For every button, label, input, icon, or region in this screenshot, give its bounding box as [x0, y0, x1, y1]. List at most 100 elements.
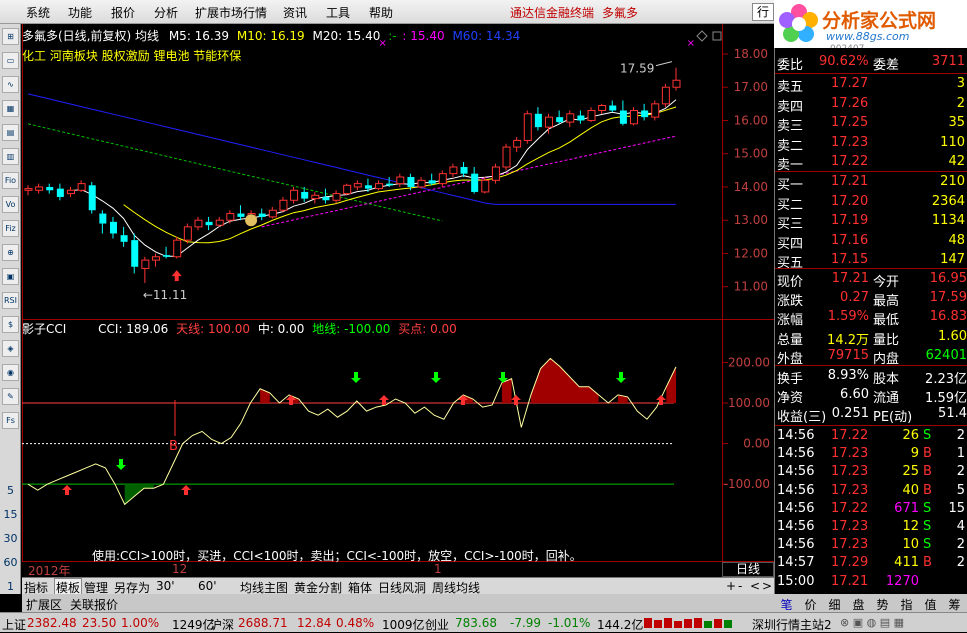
- candle-body-down: [88, 185, 96, 211]
- right-tab-7[interactable]: 筹: [944, 596, 965, 613]
- fund-label-2: 流通: [873, 391, 900, 407]
- kline-ytick-label: 11.00: [734, 280, 768, 294]
- period-unit-label[interactable]: 日线: [722, 562, 774, 577]
- chart-canvas[interactable]: 18.0017.0016.0015.0014.0013.0012.0011.00…: [0, 0, 774, 577]
- tab-nav-3[interactable]: >: [762, 579, 772, 593]
- tick-volume: 26: [902, 428, 919, 443]
- tick-volume: 10: [902, 537, 919, 553]
- hs-index-amount: 1009亿: [382, 618, 425, 632]
- candle-body-up: [545, 116, 554, 128]
- candle-body-up: [332, 193, 341, 201]
- tick-count: 2: [956, 428, 965, 443]
- tick-side: B: [923, 464, 932, 480]
- tick-row: 14:56 17.22 671 S 15: [775, 500, 967, 519]
- candle-body-up: [375, 183, 384, 190]
- ma5-label: M5: 16.39: [168, 29, 230, 43]
- bid-price: 17.19: [831, 213, 869, 228]
- ma-extra-label: : 15.40: [402, 29, 445, 43]
- kline-ytick-label: 15.00: [734, 147, 768, 161]
- sh-index-value: 2382.48: [27, 616, 77, 630]
- right-tab-2[interactable]: 细: [824, 596, 845, 613]
- cci-ytick-label: 0.00: [743, 437, 770, 451]
- tab-5[interactable]: 60': [198, 579, 217, 593]
- tick-price: 17.23: [831, 519, 869, 534]
- right-tab-1[interactable]: 价: [800, 596, 821, 613]
- bid-volume: 1134: [931, 213, 965, 228]
- quote-value-2: 62401: [925, 347, 967, 363]
- bid-row: 买三 17.19 1134: [775, 212, 967, 232]
- tick-row: 14:56 17.23 25 B 2: [775, 463, 967, 482]
- tick-volume: 411: [894, 555, 919, 571]
- quote-label: 涨跌: [777, 294, 804, 310]
- tick-price: 17.22: [831, 428, 869, 443]
- fund-label-2: 股本: [873, 372, 900, 387]
- bid-row: 买一 17.21 210: [775, 173, 967, 193]
- ask-price: 17.23: [831, 134, 869, 150]
- cci-b-signal: B: [169, 439, 178, 454]
- tab-nav-2[interactable]: <: [750, 579, 760, 593]
- tick-side: B: [923, 482, 932, 498]
- ask-row: 卖二 17.23 110: [775, 134, 967, 154]
- candle-body-up: [491, 166, 500, 181]
- panel-separator: [775, 268, 967, 269]
- candle-body-down: [641, 110, 649, 118]
- candle-body-up: [396, 176, 405, 185]
- ask-price: 17.27: [831, 76, 869, 91]
- candle-body-down: [120, 235, 128, 242]
- right-tab-5[interactable]: 指: [896, 596, 917, 613]
- right-tabs-bar: 笔价细盘势指值筹: [774, 594, 967, 612]
- right-tab-6[interactable]: 值: [920, 596, 941, 613]
- tick-price: 17.23: [831, 446, 869, 462]
- sector-tags: 化工 河南板块 股权激励 锂电池 节能环保: [22, 49, 242, 63]
- candle-body-down: [364, 185, 372, 189]
- cy-index-pct: -1.01%: [548, 616, 591, 630]
- candle-body-up: [502, 146, 511, 168]
- kline-panel-bg: [22, 24, 774, 318]
- sh-index-pct: 1.00%: [121, 616, 160, 630]
- candle-body-up: [566, 113, 575, 123]
- ask-level-label: 卖四: [777, 99, 804, 115]
- right-tab-3[interactable]: 盘: [848, 596, 869, 613]
- tick-count: 2: [956, 555, 965, 571]
- ask-level-label: 卖五: [777, 80, 804, 95]
- tab-nav-0[interactable]: +: [726, 579, 736, 593]
- tick-volume: 1270: [885, 573, 919, 589]
- bid-price: 17.20: [831, 193, 869, 209]
- right-tab-4[interactable]: 势: [872, 596, 893, 613]
- candle-body-up: [630, 109, 639, 125]
- indicator-tabs-bar: 指标 模板 管理 另存为 30' 60' 均线主图 黄金分割 箱体 日线风洞 周线均线 + - < >: [22, 577, 774, 597]
- bid-price: 17.15: [831, 252, 869, 267]
- fund-value: 8.93%: [827, 368, 869, 383]
- fund-value-2: 1.59亿: [925, 391, 967, 407]
- moneybag-icon: [245, 214, 258, 227]
- ask-level-label: 卖三: [777, 119, 804, 134]
- tick-row: 14:57 17.29 411 B 2: [775, 554, 967, 573]
- tab-4[interactable]: 30': [156, 579, 175, 593]
- candle-body-down: [460, 167, 468, 174]
- cci-sky-label: 天线: 100.00: [176, 322, 250, 336]
- fund-label: 换手: [777, 372, 804, 387]
- candle-body-up: [279, 199, 288, 211]
- tick-time: 15:00: [777, 573, 815, 589]
- tab-related-quotes[interactable]: 关联报价: [70, 596, 118, 613]
- right-tab-0[interactable]: 笔: [776, 596, 797, 613]
- tick-count: 4: [956, 519, 965, 534]
- tick-price: 17.21: [831, 573, 869, 589]
- status-bar: 上证 2382.48 23.50 1.00% 1249亿 沪深 2688.71 …: [0, 612, 967, 632]
- left-tool-21-period[interactable]: 1: [2, 580, 19, 593]
- bid-row: 买四 17.16 48: [775, 232, 967, 252]
- tab-extension-area[interactable]: 扩展区: [26, 596, 62, 613]
- bid-level-label: 买二: [777, 197, 804, 213]
- cci-value-label: CCI: 189.06: [98, 322, 169, 336]
- candle-body-up: [183, 226, 192, 241]
- quote-label: 总量: [777, 332, 804, 348]
- tab-nav-1[interactable]: -: [738, 579, 742, 593]
- tick-row: 15:00 17.21 1270: [775, 573, 967, 592]
- quote-value: 79715: [827, 347, 869, 363]
- candle-body-up: [523, 113, 532, 141]
- quote-value: 0.27: [840, 290, 869, 306]
- tick-side: B: [923, 446, 932, 462]
- watermark-logo: 分析家公式网 www.88gs.com 002407: [774, 0, 967, 54]
- ask-volume: 35: [948, 115, 965, 130]
- tick-row: 14:56 17.23 40 B 5: [775, 482, 967, 501]
